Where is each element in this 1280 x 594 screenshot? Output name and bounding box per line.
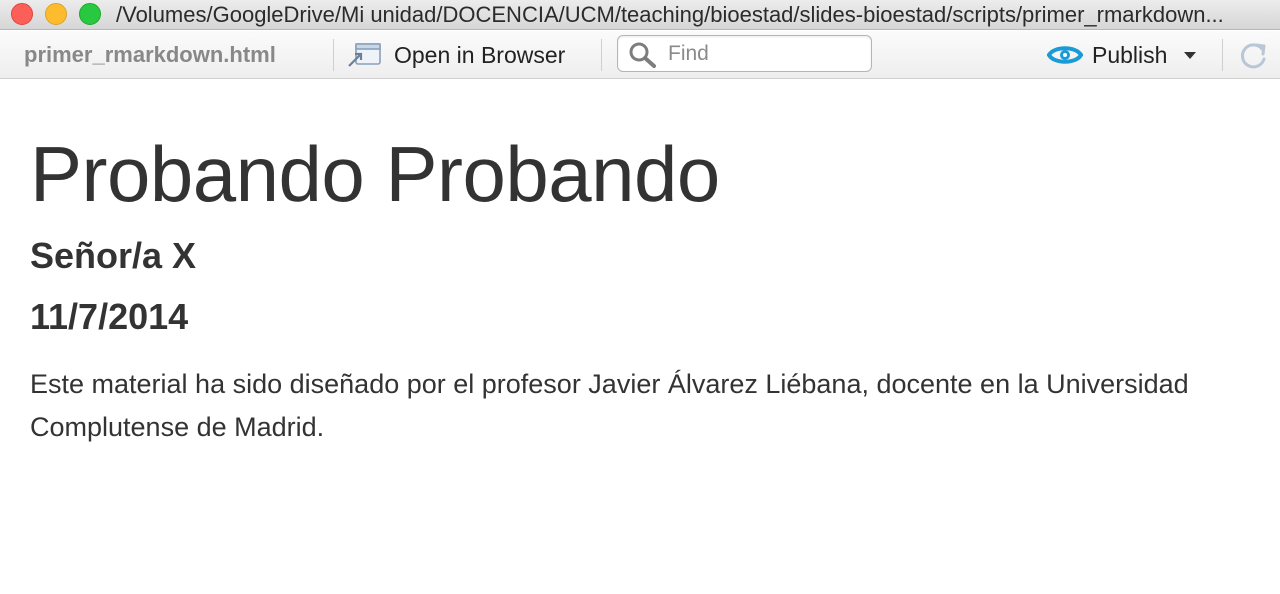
refresh-icon[interactable] [1236,39,1270,73]
chevron-down-icon[interactable] [1181,48,1199,62]
minimize-window-button[interactable] [45,3,67,25]
publish-icon [1047,46,1083,64]
window-title: /Volumes/GoogleDrive/Mi unidad/DOCENCIA/… [116,2,1224,27]
document-title: Probando Probando [30,130,720,218]
document-author: Señor/a X [30,235,197,276]
file-name-label: primer_rmarkdown.html [24,42,276,67]
publish-label: Publish [1092,41,1168,68]
toolbar-divider [333,39,334,71]
document-date: 11/7/2014 [30,296,189,337]
maximize-window-button[interactable] [79,3,101,25]
search-icon [629,42,656,68]
viewer-toolbar: primer_rmarkdown.html Open in Browser Pu… [0,31,1280,79]
find-input[interactable] [668,39,863,68]
open-in-browser-label: Open in Browser [394,41,566,68]
close-window-button[interactable] [11,3,33,25]
toolbar-divider [601,39,602,71]
toolbar-divider [1222,39,1223,71]
open-in-browser-button[interactable]: Open in Browser [346,37,565,73]
publish-button[interactable]: Publish [1046,37,1199,73]
open-in-browser-icon [348,43,381,67]
find-field[interactable] [617,35,872,72]
window-titlebar: /Volumes/GoogleDrive/Mi unidad/DOCENCIA/… [0,0,1280,30]
document-paragraph: Este material ha sido diseñado por el pr… [30,369,1189,442]
